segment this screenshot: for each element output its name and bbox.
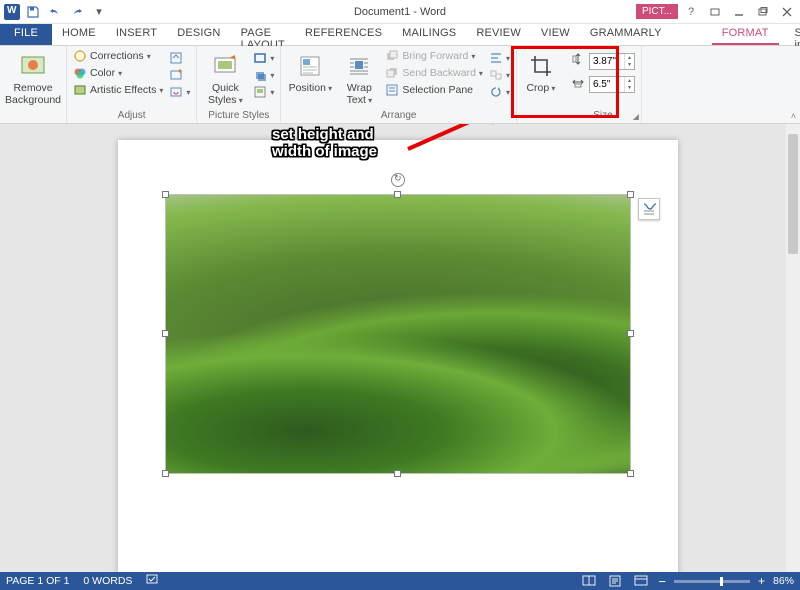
width-spinner[interactable]: ▲▼ <box>624 77 634 92</box>
zoom-slider[interactable] <box>674 580 750 583</box>
height-icon <box>571 52 585 71</box>
wrap-text-icon <box>345 52 373 80</box>
picture-styles-group-label: Picture Styles <box>203 110 274 123</box>
position-icon <box>296 52 324 80</box>
resize-handle[interactable] <box>627 470 634 477</box>
size-dialog-launcher-icon[interactable]: ◢ <box>633 112 639 121</box>
vertical-scrollbar[interactable] <box>786 124 800 572</box>
tab-design[interactable]: DESIGN <box>167 24 230 45</box>
crop-icon <box>527 52 555 80</box>
tab-view[interactable]: VIEW <box>531 24 580 45</box>
tab-mailings[interactable]: MAILINGS <box>392 24 466 45</box>
tab-references[interactable]: REFERENCES <box>295 24 392 45</box>
redo-icon[interactable] <box>68 3 86 21</box>
tab-grammarly[interactable]: GRAMMARLY <box>580 24 672 45</box>
height-input[interactable]: 3.87"▲▼ <box>589 53 635 70</box>
selected-image[interactable] <box>165 194 631 474</box>
zoom-out-icon[interactable]: − <box>658 574 666 589</box>
scrollbar-thumb[interactable] <box>788 134 798 254</box>
size-group-label: Size <box>571 110 635 123</box>
picture-layout-icon[interactable] <box>253 84 274 100</box>
adjust-group-label: Adjust <box>73 110 190 123</box>
color-button[interactable]: Color <box>73 65 163 81</box>
help-icon[interactable]: ? <box>680 3 702 21</box>
quick-styles-button[interactable]: Quick Styles <box>203 48 247 106</box>
group-arrange: Position Wrap Text Bring Forward Send Ba… <box>281 46 517 123</box>
word-app-icon <box>4 4 20 20</box>
group-icon[interactable] <box>489 67 510 83</box>
rotate-icon[interactable] <box>489 84 510 100</box>
undo-icon[interactable] <box>46 3 64 21</box>
title-bar: ▾ Document1 - Word PICT... ? <box>0 0 800 24</box>
group-adjust: Corrections Color Artistic Effects Adjus… <box>67 46 197 123</box>
tab-file[interactable]: FILE <box>0 24 52 45</box>
sign-in-link[interactable]: Sign in <box>779 24 800 45</box>
page-indicator[interactable]: PAGE 1 OF 1 <box>6 575 69 587</box>
tab-review[interactable]: REVIEW <box>466 24 531 45</box>
arrange-group-label: Arrange <box>287 110 510 123</box>
word-count[interactable]: 0 WORDS <box>83 575 132 587</box>
document-workspace: set height and width of image <box>0 124 800 572</box>
send-backward-button[interactable]: Send Backward <box>385 65 483 81</box>
status-bar: PAGE 1 OF 1 0 WORDS − + 86% <box>0 572 800 590</box>
picture-tools-context-tab: PICT... <box>636 4 678 19</box>
resize-handle[interactable] <box>162 330 169 337</box>
compress-pictures-icon[interactable] <box>169 50 190 66</box>
bring-forward-button[interactable]: Bring Forward <box>385 48 483 64</box>
remove-background-icon <box>19 52 47 80</box>
minimize-icon[interactable] <box>728 3 750 21</box>
remove-background-label: Remove Background <box>5 82 61 106</box>
resize-handle[interactable] <box>627 191 634 198</box>
print-layout-icon[interactable] <box>606 574 624 588</box>
resize-handle[interactable] <box>394 191 401 198</box>
reset-picture-icon[interactable] <box>169 84 190 100</box>
align-icon[interactable] <box>489 50 510 66</box>
ribbon: Remove Background Corrections Color Arti… <box>0 46 800 124</box>
resize-handle[interactable] <box>162 470 169 477</box>
tab-insert[interactable]: INSERT <box>106 24 167 45</box>
layout-options-button[interactable] <box>638 198 660 220</box>
spell-check-icon[interactable] <box>146 574 160 589</box>
position-button[interactable]: Position <box>287 48 333 94</box>
resize-handle[interactable] <box>394 470 401 477</box>
height-spinner[interactable]: ▲▼ <box>624 54 634 69</box>
corrections-button[interactable]: Corrections <box>73 48 163 64</box>
qat-customize-icon[interactable]: ▾ <box>90 3 108 21</box>
width-input[interactable]: 6.5"▲▼ <box>589 76 635 93</box>
zoom-level[interactable]: 86% <box>773 575 794 587</box>
save-icon[interactable] <box>24 3 42 21</box>
width-icon <box>571 75 585 94</box>
window-title: Document1 - Word <box>354 6 446 18</box>
ribbon-tabs: FILE HOME INSERT DESIGN PAGE LAYOUT REFE… <box>0 24 800 46</box>
tab-format[interactable]: FORMAT <box>712 24 779 45</box>
resize-handle[interactable] <box>627 330 634 337</box>
wrap-text-button[interactable]: Wrap Text <box>339 48 379 106</box>
picture-border-icon[interactable] <box>253 50 274 66</box>
group-picture-styles: Quick Styles Picture Styles <box>197 46 281 123</box>
group-remove-background: Remove Background <box>0 46 67 123</box>
collapse-ribbon-icon[interactable]: ˄ <box>791 111 796 121</box>
quick-styles-icon <box>211 52 239 80</box>
zoom-in-icon[interactable]: + <box>758 574 765 588</box>
change-picture-icon[interactable] <box>169 67 190 83</box>
tab-page-layout[interactable]: PAGE LAYOUT <box>231 24 295 45</box>
artistic-effects-button[interactable]: Artistic Effects <box>73 82 163 98</box>
resize-handle[interactable] <box>162 191 169 198</box>
read-mode-icon[interactable] <box>580 574 598 588</box>
close-icon[interactable] <box>776 3 798 21</box>
picture-effects-icon[interactable] <box>253 67 274 83</box>
quick-access-toolbar: ▾ <box>0 3 112 21</box>
ribbon-display-icon[interactable] <box>704 3 726 21</box>
remove-background-button[interactable]: Remove Background <box>6 48 60 106</box>
web-layout-icon[interactable] <box>632 574 650 588</box>
group-size: 3.87"▲▼ 6.5"▲▼ Size ◢ <box>565 46 642 123</box>
tab-home[interactable]: HOME <box>52 24 106 45</box>
group-crop: Crop <box>517 46 565 123</box>
image-content <box>166 195 630 473</box>
restore-icon[interactable] <box>752 3 774 21</box>
rotate-handle-icon[interactable] <box>391 173 405 187</box>
crop-button[interactable]: Crop <box>523 48 559 94</box>
selection-pane-button[interactable]: Selection Pane <box>385 82 483 98</box>
